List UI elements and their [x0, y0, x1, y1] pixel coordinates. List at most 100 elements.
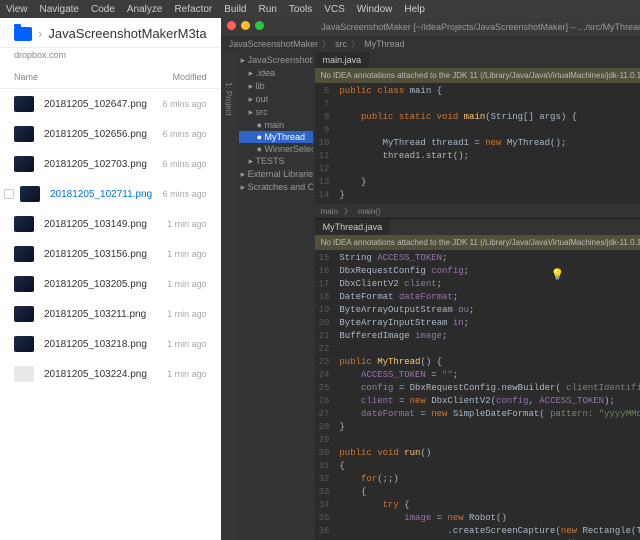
menu-refactor[interactable]: Refactor [174, 4, 212, 15]
file-row[interactable]: 20181205_102703.png 6 mins ago [0, 149, 221, 179]
file-list-header: Name Modified [0, 66, 221, 89]
tab-main-java[interactable]: main.java [315, 52, 370, 68]
code-area-bottom[interactable]: 1516171819202122232425262728293031323334… [315, 250, 640, 540]
warning-text: No IDEA annotations attached to the JDK … [321, 71, 640, 80]
editor-area: main.java No IDEA annotations attached t… [315, 52, 640, 540]
tree-item[interactable]: ▸ .idea [239, 67, 313, 80]
breadcrumb[interactable]: › JavaScreenshotMakerM3ta [14, 26, 207, 41]
thumbnail [14, 336, 34, 352]
file-time: 1 min ago [167, 279, 207, 289]
folder-icon [14, 27, 32, 41]
thumbnail [14, 306, 34, 322]
warning-bar-top: No IDEA annotations attached to the JDK … [315, 68, 640, 83]
menu-build[interactable]: Build [224, 4, 246, 15]
dropbox-panel: › JavaScreenshotMakerM3ta dropbox.com Na… [0, 18, 221, 540]
file-name[interactable]: 20181205_103218.png [44, 339, 157, 350]
tree-item[interactable]: ▸ out [239, 93, 313, 106]
editor-tabs-bottom: MyThread.java [315, 219, 640, 235]
editor-split: main.java No IDEA annotations attached t… [315, 52, 640, 540]
tree-item[interactable]: ▸ External Libraries [239, 168, 313, 181]
macos-menubar: View Navigate Code Analyze Refactor Build Run T… [0, 0, 640, 18]
menu-run[interactable]: Run [259, 4, 277, 15]
gutter-top: 67891011121314 [315, 83, 336, 204]
editor-crumb[interactable]: main [321, 207, 338, 216]
project-tree[interactable]: ▸ JavaScreenshotMa▸ .idea▸ lib▸ out▸ src… [237, 52, 315, 540]
warning-bar-bottom: No IDEA annotations attached to the JDK … [315, 235, 640, 250]
editor-breadcrumb-top[interactable]: main〉main() [315, 204, 640, 218]
tree-item[interactable]: ● MyThread [239, 131, 313, 143]
menu-navigate[interactable]: Navigate [40, 4, 79, 15]
thumbnail [14, 96, 34, 112]
menu-window[interactable]: Window [357, 4, 393, 15]
minimize-window-icon[interactable] [241, 21, 250, 30]
menu-analyze[interactable]: Analyze [127, 4, 163, 15]
tool-project-label[interactable]: 1: Project [224, 82, 233, 116]
file-list[interactable]: 20181205_102647.png6 mins ago20181205_10… [0, 89, 221, 540]
tree-item[interactable]: ● WinnerSelect [239, 143, 313, 155]
file-row[interactable]: 20181205_103224.png 1 min ago [0, 359, 221, 389]
file-row[interactable]: 20181205_103156.png 1 min ago [0, 239, 221, 269]
file-time: 1 min ago [167, 249, 207, 259]
file-name[interactable]: 20181205_102656.png [44, 129, 153, 140]
nav-crumb[interactable]: src [335, 39, 347, 49]
menu-view[interactable]: View [6, 4, 28, 15]
zoom-window-icon[interactable] [255, 21, 264, 30]
file-name[interactable]: 20181205_103205.png [44, 279, 157, 290]
intention-bulb-icon[interactable]: 💡 [551, 268, 565, 281]
checkbox[interactable] [4, 189, 14, 199]
code-bottom[interactable]: String ACCESS_TOKEN;DbxRequestConfig con… [335, 250, 640, 540]
tree-item[interactable]: ▸ JavaScreenshotMa [239, 54, 313, 67]
thumbnail [14, 276, 34, 292]
tree-item[interactable]: ▸ src [239, 106, 313, 119]
thumbnail [14, 216, 34, 232]
file-name[interactable]: 20181205_102703.png [44, 159, 153, 170]
menu-help[interactable]: Help [404, 4, 425, 15]
file-row[interactable]: 20181205_103149.png 1 min ago [0, 209, 221, 239]
file-name[interactable]: 20181205_102711.png [50, 189, 153, 200]
editor-tabs-top: main.java [315, 52, 640, 68]
nav-crumb[interactable]: JavaScreenshotMaker [229, 39, 319, 49]
menu-code[interactable]: Code [91, 4, 115, 15]
file-row[interactable]: 20181205_103218.png 1 min ago [0, 329, 221, 359]
file-time: 1 min ago [167, 339, 207, 349]
close-window-icon[interactable] [227, 21, 236, 30]
file-row[interactable]: 20181205_102647.png6 mins ago [0, 89, 221, 119]
window-title: JavaScreenshotMaker [~/IdeaProjects/Java… [221, 18, 640, 36]
column-modified[interactable]: Modified [173, 72, 207, 82]
tab-mythread-java[interactable]: MyThread.java [315, 219, 391, 235]
column-name[interactable]: Name [14, 72, 38, 82]
file-name[interactable]: 20181205_103211.png [44, 309, 157, 320]
tool-window-gutter-left: 1: Project [221, 52, 237, 540]
tree-item[interactable]: ▸ TESTS [239, 155, 313, 168]
file-time: 6 mins ago [163, 159, 207, 169]
tree-item[interactable]: ▸ Scratches and Con [239, 181, 313, 194]
file-row[interactable]: 20181205_103211.png1 min ago [0, 299, 221, 329]
file-time: 1 min ago [167, 369, 207, 379]
file-name[interactable]: 20181205_103156.png [44, 249, 157, 260]
file-time: 1 min ago [167, 219, 207, 229]
file-row[interactable]: 20181205_103205.png 1 min ago [0, 269, 221, 299]
menu-tools[interactable]: Tools [289, 4, 312, 15]
editor-crumb[interactable]: main() [358, 207, 381, 216]
thumbnail [14, 246, 34, 262]
file-time: 6 mins ago [163, 129, 207, 139]
file-time: 6 mins ago [163, 189, 207, 199]
source-label: dropbox.com [0, 48, 221, 66]
menu-vcs[interactable]: VCS [324, 4, 345, 15]
file-name[interactable]: 20181205_103149.png [44, 219, 157, 230]
gutter-bottom: 1516171819202122232425262728293031323334… [315, 250, 336, 540]
nav-breadcrumb[interactable]: JavaScreenshotMaker〉src〉MyThread [229, 38, 405, 51]
file-row[interactable]: 20181205_102711.png 6 mins ago [0, 179, 221, 209]
file-name[interactable]: 20181205_103224.png [44, 369, 157, 380]
thumbnail [14, 126, 34, 142]
window-controls [227, 21, 264, 30]
breadcrumb-folder[interactable]: JavaScreenshotMakerM3ta [48, 26, 206, 41]
nav-crumb[interactable]: MyThread [364, 39, 405, 49]
file-row[interactable]: 20181205_102656.png 6 mins ago [0, 119, 221, 149]
intellij-ide-window: JavaScreenshotMaker [~/IdeaProjects/Java… [221, 18, 640, 540]
tree-item[interactable]: ● main [239, 119, 313, 131]
file-name[interactable]: 20181205_102647.png [44, 99, 153, 110]
code-area-top[interactable]: 67891011121314 public class main { publi… [315, 83, 640, 204]
tree-item[interactable]: ▸ lib [239, 80, 313, 93]
code-top[interactable]: public class main { public static void m… [335, 83, 640, 204]
